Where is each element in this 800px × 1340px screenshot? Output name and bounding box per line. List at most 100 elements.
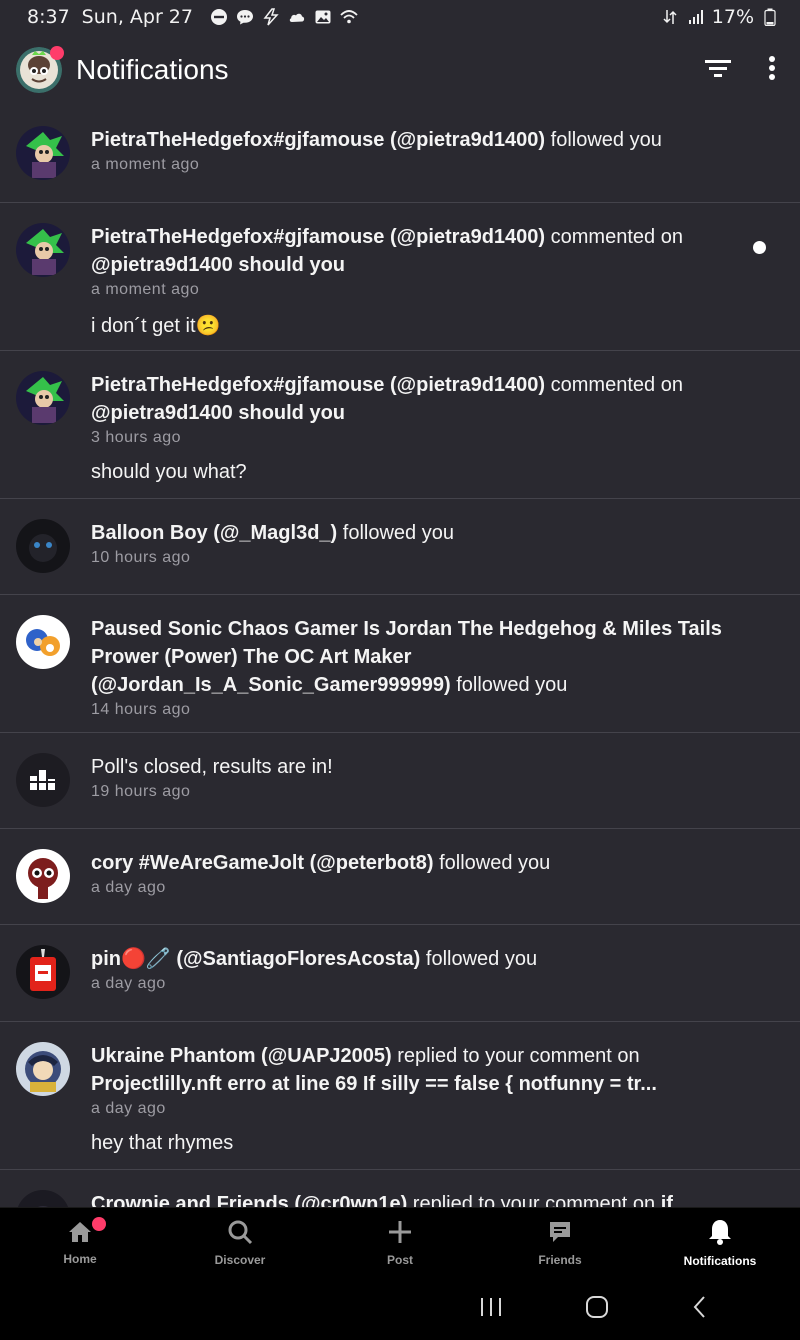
notification-user[interactable]: Crownie and Friends (@cr0wn1e) xyxy=(91,1193,407,1207)
notification-item[interactable]: Paused Sonic Chaos Gamer Is Jordan The H… xyxy=(0,595,800,733)
poll-icon xyxy=(16,753,70,807)
nav-label: Post xyxy=(386,1252,413,1267)
notification-user[interactable]: pin🔴🧷 (@SantiagoFloresAcosta) xyxy=(91,948,420,970)
comment-text: should you what? xyxy=(91,461,247,483)
red-robot-avatar[interactable] xyxy=(16,849,70,903)
battery-icon xyxy=(760,7,780,27)
home-button[interactable] xyxy=(584,1294,610,1324)
wifi-icon xyxy=(339,7,359,27)
app-bar-actions xyxy=(704,55,784,85)
recent-apps-button[interactable] xyxy=(478,1296,504,1322)
notification-item[interactable]: PietraTheHedgefox#gjfamouse (@pietra9d14… xyxy=(0,106,800,203)
notification-item[interactable]: Crownie and Friends (@cr0wn1e) replied t… xyxy=(0,1170,800,1207)
back-button[interactable] xyxy=(690,1294,710,1324)
notification-text: Crownie and Friends (@cr0wn1e) replied t… xyxy=(91,1190,724,1207)
notification-user[interactable]: Ukraine Phantom (@UAPJ2005) xyxy=(91,1045,392,1067)
notification-target[interactable]: @pietra9d1400 should you xyxy=(91,254,345,276)
status-bar: 8:37 Sun, Apr 27 17% xyxy=(0,0,800,34)
more-options-icon[interactable] xyxy=(768,55,776,85)
phantom-avatar[interactable] xyxy=(16,1042,70,1096)
notification-content: Ukraine Phantom (@UAPJ2005) replied to y… xyxy=(91,1042,784,1154)
notification-content: Paused Sonic Chaos Gamer Is Jordan The H… xyxy=(91,615,784,718)
nav-label: Notifications xyxy=(683,1253,757,1268)
notification-action: commented on xyxy=(545,226,683,248)
nav-label: Home xyxy=(63,1251,97,1266)
notification-content: Poll's closed, results are in! 19 hours … xyxy=(91,753,784,810)
notification-item[interactable]: PietraTheHedgefox#gjfamouse (@pietra9d14… xyxy=(0,203,800,351)
notification-action: replied to your comment on xyxy=(391,1045,640,1067)
notification-time: a day ago xyxy=(91,1100,166,1117)
message-icon xyxy=(235,7,255,27)
notification-user[interactable]: PietraTheHedgefox#gjfamouse (@pietra9d14… xyxy=(91,374,545,396)
crownie-avatar[interactable] xyxy=(16,1190,70,1207)
dark-animatronic-avatar[interactable] xyxy=(16,519,70,573)
comment-body: i don´t get it😕 xyxy=(91,313,724,338)
status-time: 8:37 xyxy=(27,6,70,28)
green-hedgehog-avatar[interactable] xyxy=(16,223,70,277)
notification-action: replied to your comment on xyxy=(407,1193,661,1207)
dnd-icon xyxy=(209,7,229,27)
notification-item[interactable]: pin🔴🧷 (@SantiagoFloresAcosta) followed y… xyxy=(0,925,800,1022)
notification-content: PietraTheHedgefox#gjfamouse (@pietra9d14… xyxy=(91,126,784,184)
red-pin-avatar[interactable] xyxy=(16,945,70,999)
green-hedgehog-avatar[interactable] xyxy=(16,126,70,180)
notification-text: Balloon Boy (@_Magl3d_) followed you xyxy=(91,519,724,547)
notification-user[interactable]: Paused Sonic Chaos Gamer Is Jordan The H… xyxy=(91,618,722,696)
notification-target[interactable]: @pietra9d1400 should you xyxy=(91,402,345,424)
notification-item[interactable]: Poll's closed, results are in! 19 hours … xyxy=(0,733,800,829)
data-transfer-icon xyxy=(660,7,680,27)
notification-item[interactable]: PietraTheHedgefox#gjfamouse (@pietra9d14… xyxy=(0,351,800,499)
notification-time: a day ago xyxy=(91,975,166,992)
notification-content: Balloon Boy (@_Magl3d_) followed you 10 … xyxy=(91,519,784,576)
notification-time: a moment ago xyxy=(91,156,200,173)
nav-post[interactable]: Post xyxy=(320,1208,480,1277)
notification-target[interactable]: Projectlilly.nft erro at line 69 If sill… xyxy=(91,1073,657,1095)
notification-item[interactable]: cory #WeAreGameJolt (@peterbot8) followe… xyxy=(0,829,800,925)
notification-user[interactable]: cory #WeAreGameJolt (@peterbot8) xyxy=(91,852,434,874)
notification-time: 10 hours ago xyxy=(91,549,191,566)
notification-content: PietraTheHedgefox#gjfamouse (@pietra9d14… xyxy=(91,223,784,337)
page-title: Notifications xyxy=(76,54,229,85)
notification-user[interactable]: Balloon Boy (@_Magl3d_) xyxy=(91,522,337,544)
notification-action: followed you xyxy=(433,852,551,874)
notification-item[interactable]: Ukraine Phantom (@UAPJ2005) replied to y… xyxy=(0,1022,800,1170)
notification-item[interactable]: Balloon Boy (@_Magl3d_) followed you 10 … xyxy=(0,499,800,595)
sonic-tails-avatar[interactable] xyxy=(16,615,70,669)
notification-content: cory #WeAreGameJolt (@peterbot8) followe… xyxy=(91,849,784,906)
status-date: Sun, Apr 27 xyxy=(81,6,193,28)
green-hedgehog-avatar[interactable] xyxy=(16,371,70,425)
search-icon xyxy=(227,1219,253,1249)
chat-icon xyxy=(547,1219,573,1249)
profile-badge xyxy=(50,46,64,60)
notification-text: PietraTheHedgefox#gjfamouse (@pietra9d14… xyxy=(91,126,724,154)
nav-label: Discover xyxy=(214,1252,266,1267)
nav-discover[interactable]: Discover xyxy=(160,1208,320,1277)
notification-content: Crownie and Friends (@cr0wn1e) replied t… xyxy=(91,1190,784,1207)
battery-percent: 17% xyxy=(711,6,754,28)
notification-text: cory #WeAreGameJolt (@peterbot8) followe… xyxy=(91,849,724,877)
notification-time: 19 hours ago xyxy=(91,783,191,800)
bell-icon xyxy=(707,1218,733,1250)
notification-text: Poll's closed, results are in! xyxy=(91,756,333,778)
nav-friends[interactable]: Friends xyxy=(480,1208,640,1277)
profile-avatar-button[interactable] xyxy=(16,46,64,93)
notification-text: Ukraine Phantom (@UAPJ2005) replied to y… xyxy=(91,1042,724,1098)
comment-text: i don´t get it xyxy=(91,315,196,337)
home-icon xyxy=(67,1220,93,1248)
nav-home[interactable]: Home xyxy=(0,1208,160,1277)
home-badge xyxy=(92,1217,106,1231)
notification-action: commented on xyxy=(545,374,683,396)
filter-icon[interactable] xyxy=(704,56,732,84)
notification-content: PietraTheHedgefox#gjfamouse (@pietra9d14… xyxy=(91,371,784,483)
notification-time: 14 hours ago xyxy=(91,701,191,718)
nav-notifications[interactable]: Notifications xyxy=(640,1208,800,1277)
cloud-icon xyxy=(287,7,307,27)
notification-time: 3 hours ago xyxy=(91,429,182,446)
notification-text: pin🔴🧷 (@SantiagoFloresAcosta) followed y… xyxy=(91,945,724,973)
notification-user[interactable]: PietraTheHedgefox#gjfamouse (@pietra9d14… xyxy=(91,129,545,151)
notification-text: PietraTheHedgefox#gjfamouse (@pietra9d14… xyxy=(91,371,724,427)
signal-icon xyxy=(686,7,706,27)
unread-dot xyxy=(753,241,766,254)
notification-user[interactable]: PietraTheHedgefox#gjfamouse (@pietra9d14… xyxy=(91,226,545,248)
comment-text: hey that rhymes xyxy=(91,1132,234,1154)
